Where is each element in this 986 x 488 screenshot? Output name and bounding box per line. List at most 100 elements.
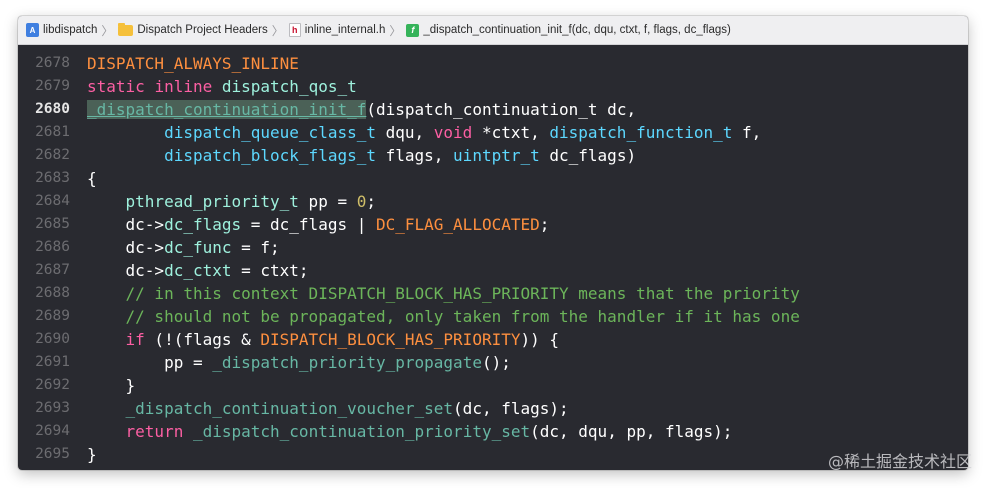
code-text: _dispatch_continuation_init_f(dispatch_c… (87, 98, 636, 121)
code-line[interactable]: 2690 if (!(flags & DISPATCH_BLOCK_HAS_PR… (18, 328, 968, 351)
breadcrumb-group[interactable]: Dispatch Project Headers (118, 22, 268, 36)
code-text: pthread_priority_t pp = 0; (87, 190, 376, 213)
code-token: pthread_priority_t (125, 192, 299, 211)
code-line[interactable]: 2685 dc->dc_flags = dc_flags | DC_FLAG_A… (18, 213, 968, 236)
function-icon: f (406, 23, 420, 37)
line-number: 2680 (35, 101, 70, 117)
code-token: (!(flags & (144, 330, 261, 349)
code-text: dc->dc_ctxt = ctxt; (87, 259, 309, 282)
line-number: 2688 (35, 285, 70, 301)
chevron-right-icon: 〉 (271, 23, 284, 38)
breadcrumb-label: inline_internal.h (304, 24, 386, 36)
code-token: { (87, 169, 97, 188)
code-token: dqu, (375, 123, 434, 142)
code-text: { (87, 167, 97, 190)
line-number: 2682 (35, 147, 70, 163)
jump-bar: A libdispatch 〉 Dispatch Project Headers… (18, 16, 968, 45)
code-line[interactable]: 2686 dc->dc_func = f; (18, 236, 968, 259)
code-text: // in this context DISPATCH_BLOCK_HAS_PR… (87, 282, 800, 305)
line-number: 2681 (35, 124, 70, 140)
code-line[interactable]: 2692 } (18, 374, 968, 397)
code-text: if (!(flags & DISPATCH_BLOCK_HAS_PRIORIT… (87, 328, 559, 351)
code-token: } (87, 376, 136, 395)
code-line[interactable]: 2683 { (18, 167, 968, 190)
line-number: 2686 (35, 239, 70, 255)
code-token: pp = (298, 192, 357, 211)
code-line[interactable]: 2695} (18, 443, 968, 466)
code-text: pp = _dispatch_priority_propagate(); (87, 351, 511, 374)
chevron-right-icon: 〉 (101, 23, 114, 38)
code-token: = f; (231, 238, 280, 257)
code-token: dc-> (87, 238, 165, 257)
code-line[interactable]: 2679 static inline dispatch_qos_t (18, 75, 968, 98)
code-line[interactable]: 2678 DISPATCH_ALWAYS_INLINE (18, 52, 968, 75)
code-token: *ctxt, (472, 123, 550, 142)
code-line[interactable]: 2691 pp = _dispatch_priority_propagate()… (18, 351, 968, 374)
code-line[interactable]: 2681 dispatch_queue_class_t dqu, void *c… (18, 121, 968, 144)
code-line[interactable]: 2688 // in this context DISPATCH_BLOCK_H… (18, 282, 968, 305)
code-token: f, (732, 123, 762, 142)
code-token: _dispatch_priority_propagate (212, 353, 482, 372)
code-text: return _dispatch_continuation_priority_s… (87, 420, 733, 443)
line-number: 2685 (35, 216, 70, 232)
line-number: 2679 (35, 78, 70, 94)
code-token: (dispatch_continuation_t dc, (366, 100, 637, 119)
code-token: pp = (87, 353, 213, 372)
breadcrumb-label: Dispatch Project Headers (137, 24, 268, 36)
code-token: inline (154, 77, 213, 96)
code-line[interactable]: 2687 dc->dc_ctxt = ctxt; (18, 259, 968, 282)
code-token: void (433, 123, 473, 142)
code-token: dc_ctxt (164, 261, 232, 280)
code-line[interactable]: 2684 pthread_priority_t pp = 0; (18, 190, 968, 213)
line-number: 2689 (35, 308, 70, 324)
code-token: DISPATCH_ALWAYS_INLINE (87, 54, 299, 73)
code-token: flags, (375, 146, 454, 165)
header-file-icon: h (288, 23, 301, 37)
code-token: dispatch_function_t (549, 123, 733, 142)
code-token: ; (366, 192, 376, 211)
line-number: 2684 (35, 193, 70, 209)
breadcrumb-project[interactable]: A libdispatch (26, 23, 97, 37)
breadcrumb-symbol[interactable]: f _dispatch_continuation_init_f(dc, dqu,… (406, 23, 731, 37)
line-number: 2687 (35, 262, 70, 278)
source-editor[interactable]: 2678 DISPATCH_ALWAYS_INLINE 2679 static inl… (18, 45, 968, 470)
code-token: _dispatch_continuation_voucher_set (125, 399, 454, 418)
code-line[interactable]: 2694 return _dispatch_continuation_prior… (18, 420, 968, 443)
code-text: static inline dispatch_qos_t (87, 75, 357, 98)
editor-window: A libdispatch 〉 Dispatch Project Headers… (18, 16, 968, 470)
code-line[interactable]: 2693 _dispatch_continuation_voucher_set(… (18, 397, 968, 420)
code-token: dc-> (87, 215, 165, 234)
code-text: // should not be propagated, only taken … (87, 305, 800, 328)
code-token: (dc, flags); (453, 399, 569, 418)
code-token: (); (481, 353, 511, 372)
code-text: dispatch_block_flags_t flags, uintptr_t … (87, 144, 636, 167)
code-line[interactable]: 2680 _dispatch_continuation_init_f(dispat… (18, 98, 968, 121)
code-token: ; (539, 215, 550, 234)
code-token: dc-> (87, 261, 165, 280)
line-number: 2694 (35, 423, 70, 439)
line-number: 2693 (35, 400, 70, 416)
code-text: dispatch_queue_class_t dqu, void *ctxt, … (87, 121, 761, 144)
code-token: dispatch_qos_t (221, 77, 357, 96)
code-token: DISPATCH_BLOCK_HAS_PRIORITY (260, 330, 521, 349)
code-text: _dispatch_continuation_voucher_set(dc, f… (87, 397, 569, 420)
code-token: uintptr_t (453, 146, 540, 165)
code-text: } (87, 443, 97, 466)
code-line[interactable]: 2682 dispatch_block_flags_t flags, uintp… (18, 144, 968, 167)
breadcrumb-label: libdispatch (43, 24, 98, 36)
code-token: )) { (520, 330, 560, 349)
line-number: 2678 (35, 55, 70, 71)
code-token: = ctxt; (231, 261, 309, 280)
line-number: 2683 (35, 170, 70, 186)
code-token: if (125, 330, 145, 349)
code-token: dc_flags) (539, 146, 637, 165)
line-number: 2695 (35, 446, 70, 462)
breadcrumb-file[interactable]: h inline_internal.h (288, 23, 386, 37)
code-line[interactable]: 2689 // should not be propagated, only t… (18, 305, 968, 328)
code-token: } (87, 445, 97, 464)
